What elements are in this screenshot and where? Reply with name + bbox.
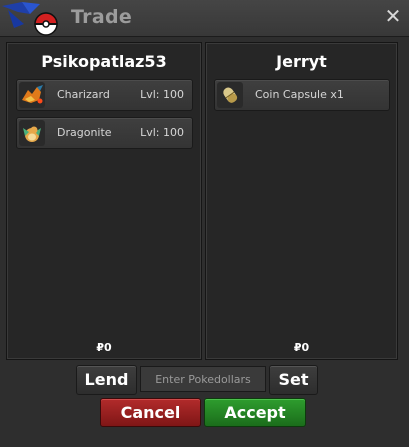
item-name: Dragonite xyxy=(57,126,112,139)
left-player-panel: Psikopatlaz53 Charizard Lvl: 100 Dragoni… xyxy=(6,42,202,360)
coin-capsule-icon xyxy=(217,82,243,108)
charizard-icon xyxy=(19,82,45,108)
right-player-name: Jerryt xyxy=(276,52,327,71)
left-player-name: Psikopatlaz53 xyxy=(41,52,167,71)
trade-item-coin-capsule[interactable]: Coin Capsule x1 xyxy=(214,79,390,111)
pokeball-logo-icon xyxy=(2,2,58,36)
dragonite-icon xyxy=(19,120,45,146)
trade-window: Trade ✕ Psikopatlaz53 Charizard Lvl: 100 xyxy=(0,0,409,447)
right-player-panel: Jerryt Coin Capsule x1 ₽0 xyxy=(205,42,398,360)
trade-item-charizard[interactable]: Charizard Lvl: 100 xyxy=(16,79,193,111)
trade-item-dragonite[interactable]: Dragonite Lvl: 100 xyxy=(16,117,193,149)
accept-button[interactable]: Accept xyxy=(204,398,306,427)
close-icon[interactable]: ✕ xyxy=(383,6,403,26)
left-money-amount: ₽0 xyxy=(96,341,112,354)
item-name: Coin Capsule x1 xyxy=(255,88,344,101)
pokedollars-input[interactable] xyxy=(140,366,266,392)
right-money-amount: ₽0 xyxy=(293,341,310,354)
set-button[interactable]: Set xyxy=(269,365,318,395)
item-level: Lvl: 100 xyxy=(140,126,184,139)
cancel-button[interactable]: Cancel xyxy=(100,398,201,427)
window-title: Trade xyxy=(71,6,133,28)
item-level: Lvl: 100 xyxy=(140,88,184,101)
lend-button[interactable]: Lend xyxy=(76,365,137,395)
item-name: Charizard xyxy=(57,88,110,101)
title-bar[interactable]: Trade ✕ xyxy=(0,0,409,37)
